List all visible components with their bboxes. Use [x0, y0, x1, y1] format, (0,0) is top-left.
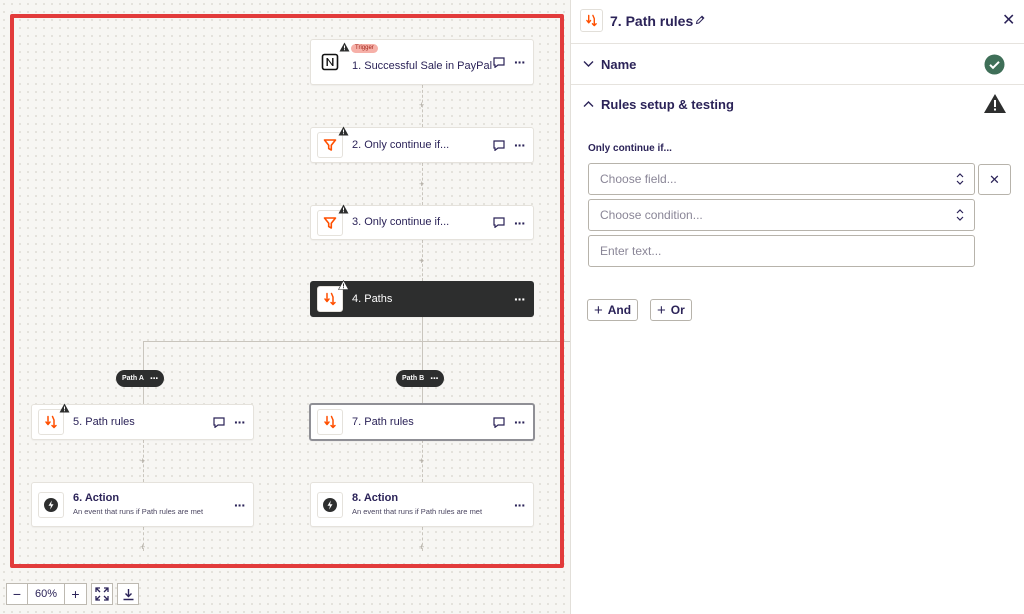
zoom-level: 60%	[27, 583, 65, 605]
select-arrows-icon	[956, 209, 964, 221]
section-title: Name	[601, 57, 637, 72]
choose-condition-select[interactable]: Choose condition...	[588, 199, 975, 231]
zoom-out-button[interactable]: −	[6, 583, 28, 605]
expand-icon	[95, 587, 109, 601]
section-name[interactable]: Name	[571, 44, 1024, 85]
check-circle-icon	[984, 54, 1005, 75]
chevron-down-icon	[583, 61, 594, 67]
and-button[interactable]: + And	[587, 299, 639, 321]
select-arrows-icon	[956, 173, 964, 185]
remove-condition-button[interactable]: ✕	[978, 164, 1011, 195]
close-icon: ✕	[989, 171, 1000, 187]
fit-to-view-button[interactable]	[91, 583, 113, 605]
input-placeholder: Enter text...	[600, 244, 662, 258]
download-button[interactable]	[117, 583, 139, 605]
select-placeholder: Choose field...	[600, 172, 677, 186]
plus-icon: +	[657, 301, 666, 319]
select-placeholder: Choose condition...	[600, 208, 703, 222]
panel-title: 7. Path rules	[610, 13, 694, 29]
panel-header: 7. Path rules ✕	[571, 0, 1024, 44]
choose-field-select[interactable]: Choose field...	[588, 163, 975, 195]
step-editor-panel: 7. Path rules ✕ Name Rules setup & testi…	[570, 0, 1024, 614]
value-text-input[interactable]: Enter text...	[588, 235, 975, 267]
download-icon	[123, 588, 133, 600]
highlight-frame	[10, 14, 564, 568]
plus-icon: +	[594, 301, 603, 319]
workflow-canvas[interactable]: + + + + + + + Trigger 1. Successful Sale…	[0, 0, 570, 614]
warning-icon	[984, 94, 1006, 113]
edit-pencil-icon[interactable]	[695, 15, 705, 25]
button-label: And	[607, 303, 632, 317]
zoom-in-button[interactable]: +	[64, 583, 87, 605]
button-label: Or	[670, 303, 685, 317]
paths-icon	[580, 9, 603, 32]
section-title: Rules setup & testing	[601, 97, 734, 112]
rules-heading: Only continue if...	[588, 143, 672, 154]
close-icon[interactable]: ✕	[1002, 10, 1015, 30]
or-button[interactable]: + Or	[650, 299, 692, 321]
chevron-up-icon	[583, 101, 594, 107]
section-rules[interactable]: Rules setup & testing	[571, 85, 1024, 125]
